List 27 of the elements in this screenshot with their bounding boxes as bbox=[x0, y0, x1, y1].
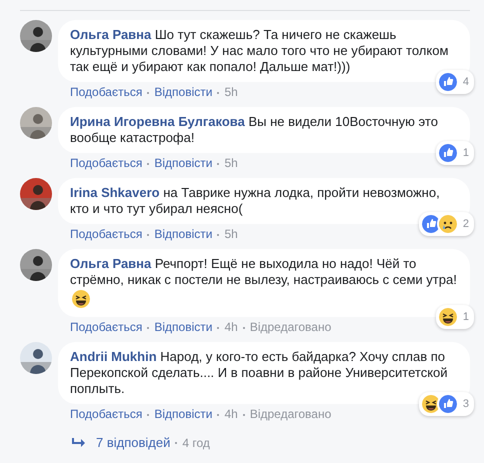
reply-link[interactable]: Відповісти bbox=[154, 407, 212, 422]
reaction-count[interactable]: 4 bbox=[436, 70, 474, 94]
reply-link[interactable]: Відповісти bbox=[154, 85, 212, 100]
reaction-count[interactable]: 1 bbox=[436, 141, 474, 165]
like-link[interactable]: Подобається bbox=[70, 156, 142, 171]
like-link[interactable]: Подобається bbox=[70, 407, 142, 422]
grinning-face-icon bbox=[70, 288, 92, 310]
timestamp: 5h bbox=[224, 85, 238, 100]
reaction-count[interactable]: 3 bbox=[418, 392, 474, 416]
timestamp: 4h bbox=[224, 320, 238, 335]
reply-link[interactable]: Відповісти bbox=[154, 227, 212, 242]
reply-arrow-icon bbox=[72, 438, 86, 448]
reply-link[interactable]: Відповісти bbox=[154, 320, 212, 335]
comment-text: Ольга Равна Речпорт! Ещё не выходила но надо! Чёй то стрёмно, никак с постели не вылезу, настраиваюсь с семи утра! bbox=[70, 256, 458, 288]
reaction-count[interactable]: 2 bbox=[418, 212, 474, 236]
edited-label: Відредаговано bbox=[250, 407, 332, 422]
timestamp: 4h bbox=[224, 407, 238, 422]
edited-label: Відредаговано bbox=[250, 320, 332, 335]
reply-link[interactable]: Відповісти bbox=[154, 156, 212, 171]
like-link[interactable]: Подобається bbox=[70, 227, 142, 242]
timestamp: 5h bbox=[224, 156, 238, 171]
like-link[interactable]: Подобається bbox=[70, 320, 142, 335]
timestamp: 5h bbox=[224, 227, 238, 242]
replies-link[interactable]: 7 відповідей bbox=[96, 433, 170, 452]
like-link[interactable]: Подобається bbox=[70, 85, 142, 100]
reaction-count[interactable]: 1 bbox=[436, 305, 474, 329]
timestamp: 4 год bbox=[182, 434, 210, 452]
